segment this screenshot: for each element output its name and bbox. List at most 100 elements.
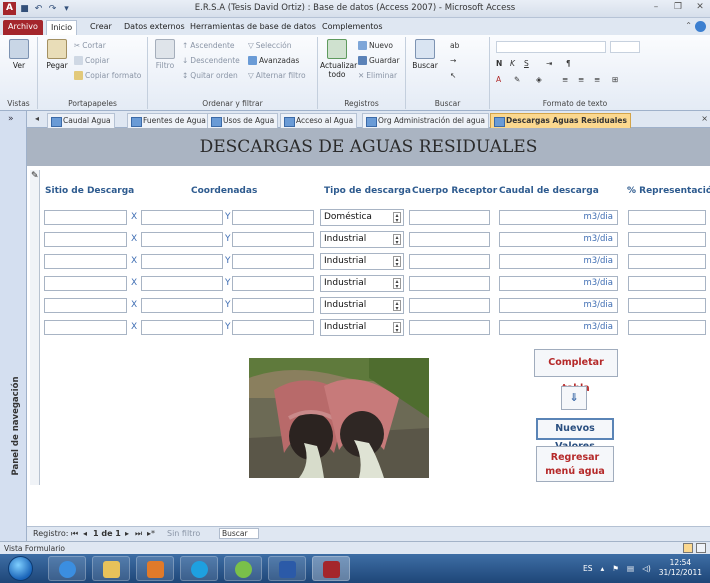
new-record-button[interactable]: Nuevo <box>358 41 393 50</box>
italic-button[interactable]: K <box>510 59 515 68</box>
tray-arrow-icon[interactable]: ▴ <box>600 564 604 573</box>
tab-fuentes-agua[interactable]: Fuentes de Agua <box>127 113 210 128</box>
format-painter-button[interactable]: Copiar formato <box>74 71 141 80</box>
cuerpo-input[interactable] <box>409 210 490 225</box>
spin-icon[interactable]: ▴ ▾ <box>393 322 401 334</box>
align-right-icon[interactable]: ≡ <box>594 75 600 84</box>
coord-x-input[interactable] <box>141 254 223 269</box>
caudal-input[interactable]: m3/dia <box>499 210 618 225</box>
spin-icon[interactable]: ▴ ▾ <box>393 212 401 224</box>
selection-button[interactable]: ▽ Selección <box>248 41 292 50</box>
representacion-input[interactable] <box>628 298 706 313</box>
representacion-input[interactable] <box>628 232 706 247</box>
record-search-input[interactable]: Buscar <box>219 528 259 539</box>
gridlines-icon[interactable]: ⊞ <box>612 75 618 84</box>
cuerpo-input[interactable] <box>409 232 490 247</box>
sitio-input[interactable] <box>44 232 127 247</box>
representacion-input[interactable] <box>628 320 706 335</box>
coord-y-input[interactable] <box>232 276 314 291</box>
caudal-input[interactable]: m3/dia <box>499 232 618 247</box>
refresh-form-button[interactable]: ⇓ <box>561 386 587 410</box>
tab-acceso-agua[interactable]: Acceso al Agua <box>280 113 358 128</box>
caudal-input[interactable]: m3/dia <box>499 298 618 313</box>
tab-scroll-left-icon[interactable]: ◂ <box>35 114 39 123</box>
caudal-input[interactable]: m3/dia <box>499 254 618 269</box>
form-view-icon[interactable] <box>683 543 693 553</box>
tab-inicio[interactable]: Inicio <box>46 20 78 35</box>
paragraph-icon[interactable]: ¶ <box>566 59 571 68</box>
tipo-select[interactable]: Industrial ▴ ▾ <box>320 319 404 336</box>
delete-record-button[interactable]: ✕ Eliminar <box>358 71 397 80</box>
new-record-nav-icon[interactable]: ▸* <box>147 529 155 538</box>
sort-desc-button[interactable]: ↓ Descendente <box>182 56 240 65</box>
tab-usos-agua[interactable]: Usos de Agua <box>207 113 279 128</box>
cuerpo-input[interactable] <box>409 320 490 335</box>
representacion-input[interactable] <box>628 276 706 291</box>
prev-record-icon[interactable]: ◂ <box>83 529 87 538</box>
help-icon[interactable] <box>695 21 706 32</box>
expand-nav-icon[interactable]: » <box>8 114 14 124</box>
tipo-select[interactable]: Industrial ▴ ▾ <box>320 275 404 292</box>
tipo-select[interactable]: Industrial ▴ ▾ <box>320 231 404 248</box>
tab-org-administracion[interactable]: Org Administración del agua <box>362 113 489 128</box>
sort-asc-button[interactable]: ↑ Ascendente <box>182 41 235 50</box>
cut-button[interactable]: ✂ Cortar <box>74 41 106 50</box>
coord-x-input[interactable] <box>141 232 223 247</box>
completar-tabla-button[interactable]: Completar tabla <box>534 349 618 394</box>
taskbar-skype[interactable] <box>180 556 218 581</box>
coord-y-input[interactable] <box>232 254 314 269</box>
cuerpo-input[interactable] <box>409 298 490 313</box>
align-left-icon[interactable]: ≡ <box>562 75 568 84</box>
start-button-icon[interactable] <box>8 556 33 581</box>
language-indicator[interactable]: ES <box>583 564 593 573</box>
spin-icon[interactable]: ▴ ▾ <box>393 278 401 290</box>
tipo-select[interactable]: Industrial ▴ ▾ <box>320 253 404 270</box>
spin-icon[interactable]: ▴ ▾ <box>393 300 401 312</box>
network-icon[interactable]: ▤ <box>627 564 634 573</box>
taskbar-access[interactable] <box>312 556 350 581</box>
layout-view-icon[interactable] <box>696 543 706 553</box>
copy-button[interactable]: Copiar <box>74 56 109 65</box>
coord-y-input[interactable] <box>232 320 314 335</box>
spin-icon[interactable]: ▴ ▾ <box>393 234 401 246</box>
spin-icon[interactable]: ▴ ▾ <box>393 256 401 268</box>
coord-x-input[interactable] <box>141 210 223 225</box>
tipo-select[interactable]: Doméstica ▴ ▾ <box>320 209 404 226</box>
nuevos-valores-button[interactable]: Nuevos Valores <box>536 418 614 452</box>
save-record-button[interactable]: Guardar <box>358 56 400 65</box>
first-record-icon[interactable]: ⏮ <box>71 529 78 539</box>
align-center-icon[interactable]: ≡ <box>578 75 584 84</box>
close-tab-icon[interactable]: × <box>701 114 708 123</box>
sitio-input[interactable] <box>44 298 127 313</box>
taskbar-ie[interactable] <box>48 556 86 581</box>
replace-icon[interactable]: ab <box>450 41 459 50</box>
filter-button[interactable]: Filtro <box>152 39 178 70</box>
record-selector[interactable]: ✎ <box>30 170 40 485</box>
view-button[interactable]: Ver <box>6 39 32 70</box>
caudal-input[interactable]: m3/dia <box>499 276 618 291</box>
flag-icon[interactable]: ⚑ <box>612 564 619 573</box>
find-button[interactable]: Buscar <box>410 39 440 70</box>
cuerpo-input[interactable] <box>409 276 490 291</box>
coord-y-input[interactable] <box>232 298 314 313</box>
minimize-icon[interactable]: – <box>650 2 662 12</box>
coord-x-input[interactable] <box>141 298 223 313</box>
sitio-input[interactable] <box>44 320 127 335</box>
tab-datos-externos[interactable]: Datos externos <box>120 20 189 35</box>
filter-status[interactable]: Sin filtro <box>167 529 200 538</box>
sitio-input[interactable] <box>44 254 127 269</box>
underline-button[interactable]: S <box>524 59 529 68</box>
coord-x-input[interactable] <box>141 276 223 291</box>
tab-crear[interactable]: Crear <box>86 20 116 35</box>
font-size-select[interactable] <box>610 41 640 53</box>
representacion-input[interactable] <box>628 254 706 269</box>
taskbar-messenger[interactable] <box>224 556 262 581</box>
minimize-ribbon-icon[interactable]: ⌃ <box>685 21 692 30</box>
select-icon[interactable]: ↖ <box>450 71 456 80</box>
fill-icon[interactable]: ◈ <box>536 75 542 84</box>
caudal-input[interactable]: m3/dia <box>499 320 618 335</box>
font-color-button[interactable]: A <box>496 75 501 84</box>
clock[interactable]: 12:54 31/12/2011 <box>659 558 702 578</box>
tab-complementos[interactable]: Complementos <box>318 20 386 35</box>
coord-x-input[interactable] <box>141 320 223 335</box>
